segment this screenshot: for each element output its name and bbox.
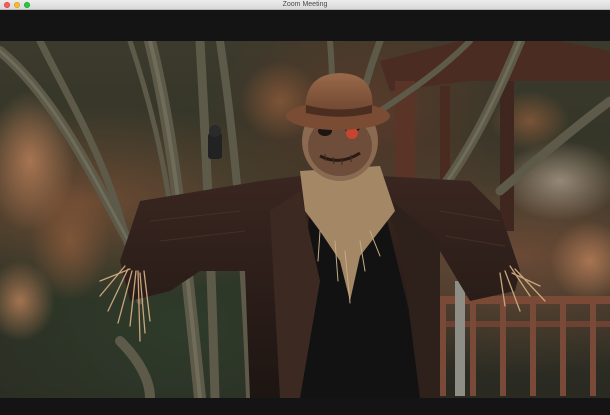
window-title: Zoom Meeting	[282, 1, 328, 8]
zoom-meeting-window: Zoom Meeting	[0, 0, 610, 415]
letterbox-bottom	[0, 398, 610, 415]
title-bar[interactable]: Zoom Meeting	[0, 0, 610, 10]
letterbox-top	[0, 10, 610, 41]
video-frame-illustration	[0, 41, 610, 398]
video-feed[interactable]	[0, 41, 610, 398]
